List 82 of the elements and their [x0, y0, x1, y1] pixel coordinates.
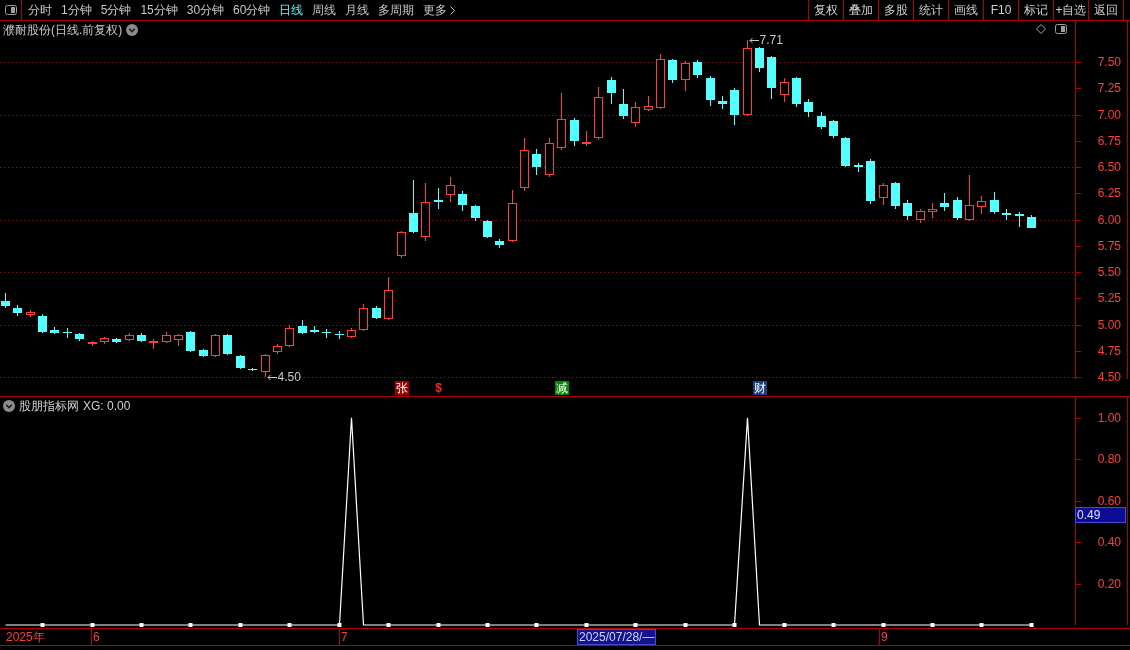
axis-label: 5.00	[1097, 317, 1121, 332]
data-point-marker	[683, 623, 688, 627]
axis-label: 4.50	[1097, 369, 1121, 384]
date-label: 7	[341, 629, 348, 645]
signal-symbol: $	[434, 381, 443, 395]
price-label: 4.50	[277, 370, 301, 384]
data-point-marker	[337, 623, 342, 627]
price-label: 7.71	[759, 33, 783, 47]
indicator-title: 股朋指标网	[19, 398, 79, 414]
axis-label: 6.50	[1097, 159, 1121, 174]
axis-label: 6.75	[1097, 133, 1121, 148]
data-point-marker	[831, 623, 836, 627]
panel-icon	[1055, 24, 1067, 34]
diamond-icon[interactable]	[1036, 24, 1046, 34]
signal-badge: 减	[554, 381, 569, 395]
axis-label: 6.25	[1097, 185, 1121, 200]
data-point-marker	[90, 623, 95, 627]
data-point-marker	[436, 623, 441, 627]
more-menu[interactable]: 更多	[419, 0, 460, 20]
arrow-icon	[266, 373, 277, 381]
data-point-marker	[1029, 623, 1034, 627]
axis-label: 0.40	[1097, 534, 1121, 549]
toolbar-button[interactable]: 统计	[913, 0, 948, 20]
data-point-marker	[188, 623, 193, 627]
data-point-marker	[979, 623, 984, 627]
axis-label: 7.25	[1097, 80, 1121, 95]
period-tab[interactable]: 60分钟	[229, 0, 275, 20]
chevron-right-icon	[450, 5, 456, 15]
data-point-marker	[930, 623, 935, 627]
data-point-marker	[139, 623, 144, 627]
date-label: 2025年	[6, 629, 45, 645]
period-tab[interactable]: 月线	[341, 0, 374, 20]
data-point-marker	[881, 623, 886, 627]
data-point-marker	[584, 623, 589, 627]
axis-label: 5.25	[1097, 290, 1121, 305]
axis-label: 6.00	[1097, 212, 1121, 227]
axis-label: 4.75	[1097, 343, 1121, 358]
period-tab[interactable]: 分时	[24, 0, 56, 20]
axis-label: 5.50	[1097, 264, 1121, 279]
data-point-marker	[287, 623, 292, 627]
axis-label: 0.20	[1097, 576, 1121, 591]
toolbar-button[interactable]: +自选	[1053, 0, 1088, 20]
period-tab[interactable]: 5分钟	[96, 0, 136, 20]
chart-title: 濮耐股份(日线.前复权)	[3, 22, 123, 38]
period-tab[interactable]: 日线	[275, 0, 308, 20]
arrow-icon	[748, 36, 759, 44]
panel-icon	[4, 5, 17, 15]
axis-label: 1.00	[1097, 410, 1121, 425]
toolbar-button[interactable]: F10	[983, 0, 1018, 20]
toolbar-button[interactable]: 叠加	[843, 0, 878, 20]
axis-label: 7.50	[1097, 54, 1121, 69]
data-point-marker	[238, 623, 243, 627]
data-point-marker	[40, 623, 45, 627]
data-point-marker	[782, 623, 787, 627]
data-point-marker	[485, 623, 490, 627]
date-label: 6	[93, 629, 100, 645]
toolbar-button[interactable]: 多股	[878, 0, 913, 20]
signal-badge: 张	[394, 381, 409, 395]
period-tab[interactable]: 30分钟	[182, 0, 229, 20]
data-point-marker	[633, 623, 638, 627]
axis-label: 0.60	[1097, 493, 1121, 508]
toolbar-button[interactable]: 返回	[1088, 0, 1123, 20]
toolbar-button[interactable]: 复权	[808, 0, 843, 20]
period-tab[interactable]: 多周期	[374, 0, 419, 20]
cursor-value-label: 0.49	[1075, 507, 1126, 523]
period-tab[interactable]: 1分钟	[57, 0, 96, 20]
date-label: 9	[881, 629, 888, 645]
chevron-down-circle-icon[interactable]	[3, 400, 15, 412]
axis-label: 7.00	[1097, 107, 1121, 122]
period-tab[interactable]: 周线	[308, 0, 341, 20]
period-tab[interactable]: 15分钟	[136, 0, 182, 20]
toolbar-button[interactable]: 画线	[948, 0, 983, 20]
chevron-down-circle-icon[interactable]	[126, 24, 139, 36]
data-point-marker	[534, 623, 539, 627]
data-point-marker	[386, 623, 391, 627]
indicator-reading: : 0.00	[100, 398, 131, 414]
axis-label: 5.75	[1097, 238, 1121, 253]
signal-badge: 财	[752, 381, 767, 395]
axis-label: 0.80	[1097, 451, 1121, 466]
data-point-marker	[732, 623, 737, 627]
toolbar-button[interactable]: 标记	[1018, 0, 1053, 20]
cursor-date-label: 2025/07/28/—	[577, 629, 657, 645]
